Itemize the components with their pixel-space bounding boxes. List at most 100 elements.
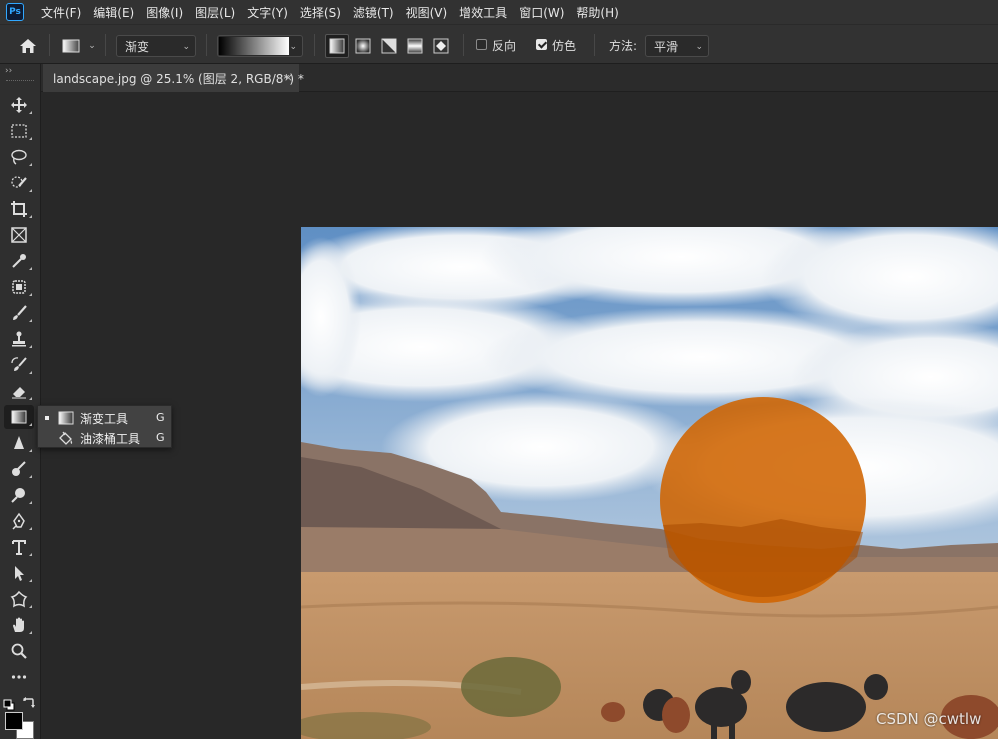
rectangular-marquee-icon (11, 124, 27, 138)
menu-layer[interactable]: 图层(L) (189, 4, 241, 21)
menu-file[interactable]: 文件(F) (35, 4, 87, 21)
hand-tool[interactable] (4, 613, 34, 637)
tool-flyout-indicator (29, 293, 32, 296)
default-colors-button[interactable] (3, 696, 15, 711)
path-selection-tool[interactable] (4, 561, 34, 585)
document-tab[interactable]: landscape.jpg @ 25.1% (图层 2, RGB/8*) * × (43, 64, 304, 92)
lasso-tool[interactable] (4, 145, 34, 169)
dither-label: 仿色 (552, 39, 577, 53)
flyout-item-paint-bucket-tool[interactable]: 油漆桶工具 G (38, 428, 173, 448)
separator (594, 34, 595, 56)
foreground-color-swatch[interactable] (5, 712, 23, 730)
zoom-tool[interactable] (4, 639, 34, 663)
blur-tool[interactable] (4, 431, 34, 455)
document-canvas[interactable] (301, 227, 998, 739)
move-tool[interactable] (4, 93, 34, 117)
brush-tool[interactable] (4, 301, 34, 325)
tool-flyout-indicator (29, 397, 32, 400)
menu-edit[interactable]: 编辑(E) (87, 4, 140, 21)
radial-gradient-button[interactable] (351, 34, 375, 58)
menu-filter[interactable]: 滤镜(T) (347, 4, 400, 21)
eyedropper-icon (12, 254, 26, 268)
gradient-icon (11, 410, 27, 424)
tool-flyout-indicator (29, 501, 32, 504)
menu-plugins[interactable]: 增效工具 (453, 4, 513, 21)
gradient-icon (58, 411, 74, 425)
tool-flyout-indicator (29, 111, 32, 114)
menu-help[interactable]: 帮助(H) (570, 4, 624, 21)
type-icon (12, 540, 26, 555)
eyedropper-tool[interactable] (4, 249, 34, 273)
menu-image[interactable]: 图像(I) (140, 4, 189, 21)
blur-icon (14, 436, 24, 449)
home-button[interactable] (15, 35, 41, 57)
history-brush-icon (11, 357, 27, 371)
healing-brush-tool[interactable] (4, 275, 34, 299)
marquee-tool[interactable] (4, 119, 34, 143)
menu-bar: Ps 文件(F) 编辑(E) 图像(I) 图层(L) 文字(Y) 选择(S) 滤… (0, 0, 998, 25)
menu-type[interactable]: 文字(Y) (241, 4, 294, 21)
tool-flyout-indicator (29, 215, 32, 218)
move-icon (11, 97, 27, 113)
pen-tool[interactable] (4, 509, 34, 533)
reverse-label: 反向 (492, 39, 517, 53)
gradient-tool[interactable] (4, 405, 34, 429)
menu-view[interactable]: 视图(V) (400, 4, 454, 21)
swap-colors-button[interactable] (22, 695, 35, 708)
flyout-item-gradient-tool[interactable]: 渐变工具 G (38, 408, 173, 428)
frame-tool[interactable] (4, 223, 34, 247)
separator (463, 34, 464, 56)
bandage-icon (12, 280, 26, 294)
linear-gradient-icon (329, 38, 345, 54)
type-tool[interactable] (4, 535, 34, 559)
flyout-item-shortcut: G (156, 431, 165, 444)
dodge-burn-tool[interactable] (4, 483, 34, 507)
eraser-tool[interactable] (4, 379, 34, 403)
tool-flyout-indicator (29, 137, 32, 140)
edit-toolbar-button[interactable] (4, 665, 34, 689)
method-select[interactable]: 平滑 ⌄ (645, 35, 709, 57)
separator (206, 34, 207, 56)
reverse-checkbox[interactable] (476, 39, 487, 50)
swap-arrow-icon (23, 697, 35, 708)
diamond-gradient-icon (433, 38, 449, 54)
tool-preset-picker[interactable]: ⌄ (58, 35, 100, 57)
shape-tool[interactable] (4, 587, 34, 611)
crop-icon (11, 201, 27, 217)
tool-flyout-indicator (29, 345, 32, 348)
arrow-cursor-icon (15, 566, 24, 581)
angle-gradient-button[interactable] (377, 34, 401, 58)
dodge-tool[interactable] (4, 457, 34, 481)
quick-selection-icon (11, 176, 27, 188)
tool-flyout-indicator (29, 475, 32, 478)
flyout-item-label: 油漆桶工具 (80, 432, 141, 446)
crop-tool[interactable] (4, 197, 34, 221)
linear-gradient-button[interactable] (325, 34, 349, 58)
gradient-picker[interactable]: ⌄ (217, 35, 303, 57)
close-icon[interactable]: × (284, 71, 293, 84)
dodge-icon (11, 488, 25, 503)
chevron-down-icon: ⌄ (182, 42, 190, 52)
dither-checkbox[interactable] (536, 39, 547, 50)
clone-stamp-tool[interactable] (4, 327, 34, 351)
menu-select[interactable]: 选择(S) (294, 4, 347, 21)
panel-grip[interactable] (6, 80, 34, 82)
stamp-icon (12, 331, 26, 347)
gradient-mode-select[interactable]: 渐变 ⌄ (116, 35, 196, 57)
reflected-gradient-button[interactable] (403, 34, 427, 58)
diamond-gradient-button[interactable] (429, 34, 453, 58)
quick-selection-tool[interactable] (4, 171, 34, 195)
method-value: 平滑 (654, 39, 679, 54)
menu-window[interactable]: 窗口(W) (513, 4, 570, 21)
landscape-image (301, 227, 998, 739)
tool-flyout-indicator (29, 449, 32, 452)
separator (314, 34, 315, 56)
tool-flyout-indicator (29, 189, 32, 192)
tool-flyout-indicator (29, 579, 32, 582)
tool-flyout-indicator (29, 553, 32, 556)
separator (105, 34, 106, 56)
separator (49, 34, 50, 56)
hand-icon (13, 617, 24, 632)
history-brush-tool[interactable] (4, 353, 34, 377)
photoshop-logo-icon[interactable]: Ps (6, 3, 24, 21)
